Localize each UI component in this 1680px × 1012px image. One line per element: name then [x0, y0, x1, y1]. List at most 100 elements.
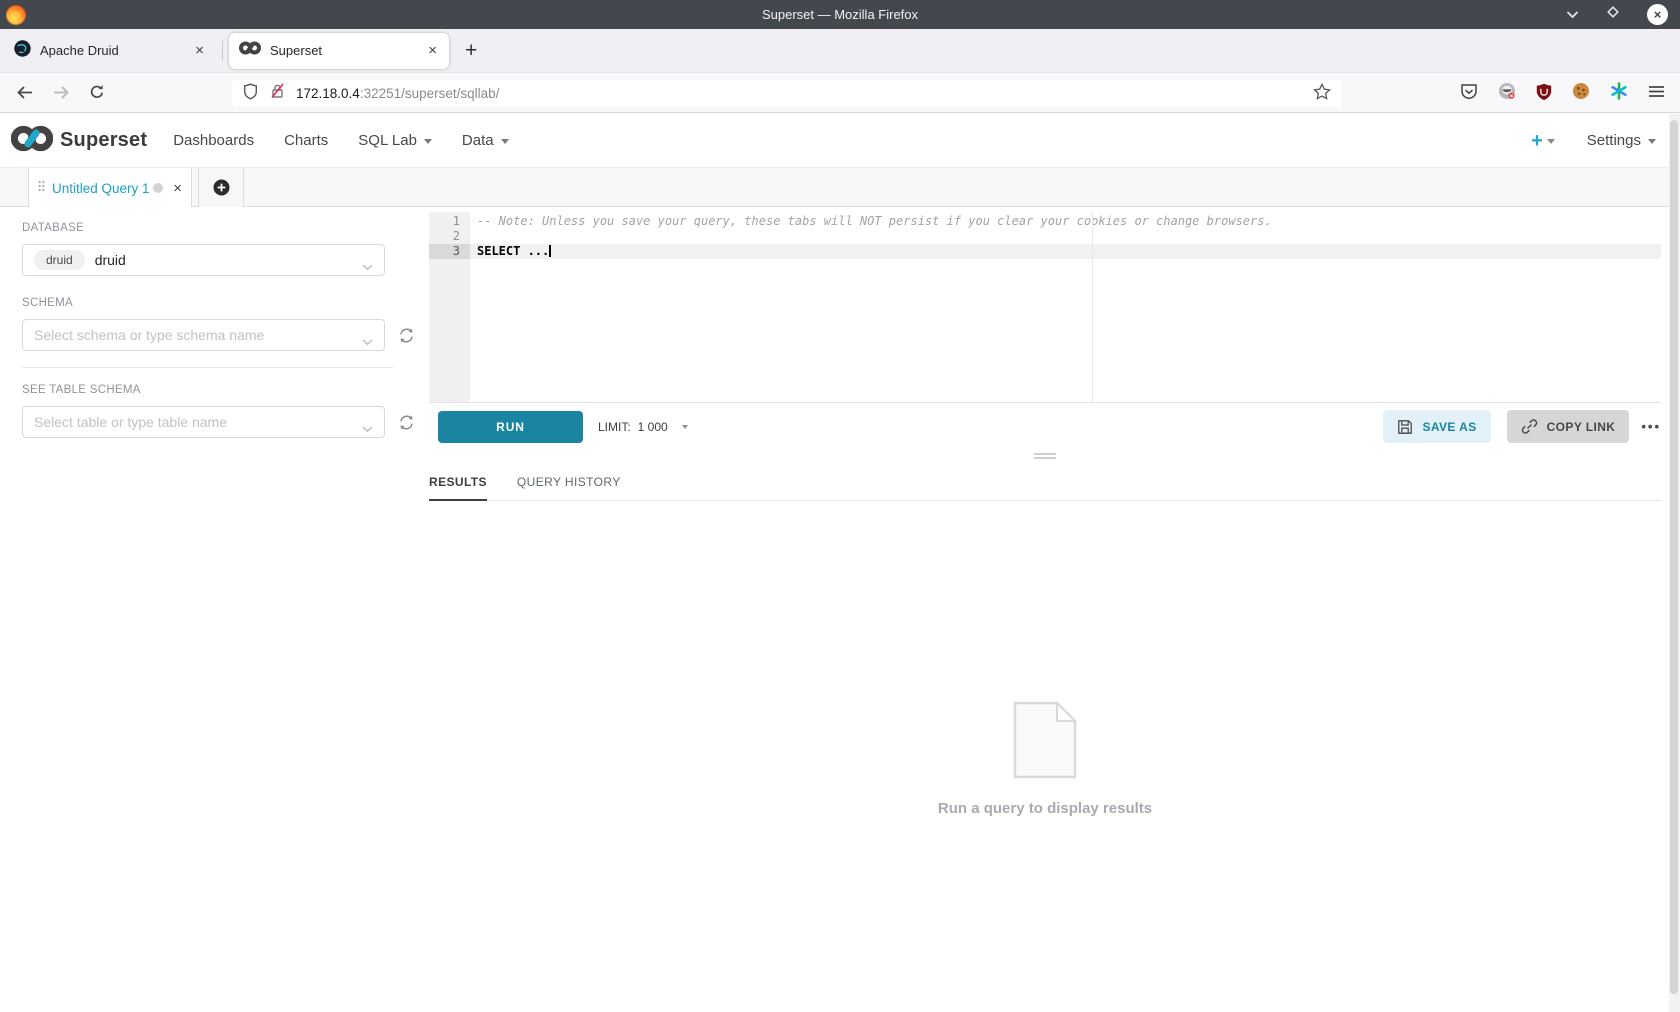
browser-tabbar: Apache Druid × Superset × + — [0, 29, 1680, 72]
chevron-down-icon — [362, 258, 373, 276]
forward-icon[interactable] — [53, 85, 70, 105]
caret-down-icon — [682, 425, 688, 429]
window-title: Superset — Mozilla Firefox — [0, 7, 1680, 22]
tab-separator — [222, 41, 223, 61]
reload-icon[interactable] — [89, 84, 105, 105]
firefox-titlebar: Superset — Mozilla Firefox × — [0, 0, 1680, 29]
copy-link-button[interactable]: COPY LINK — [1507, 410, 1630, 443]
browser-tab-superset[interactable]: Superset × — [229, 33, 449, 69]
add-query-tab-button[interactable] — [198, 168, 244, 207]
pane-resize-handle[interactable] — [1034, 453, 1056, 461]
database-backend-tag: druid — [34, 250, 85, 270]
line-number-active: 3 — [429, 244, 470, 259]
browser-tab-title: Apache Druid — [40, 43, 193, 58]
query-tab-untitled-query-1[interactable]: Untitled Query 1 × — [28, 168, 192, 208]
link-icon — [1521, 418, 1538, 435]
drag-handle-icon[interactable] — [38, 179, 45, 197]
url-text: 172.18.0.4:32251/superset/sqllab/ — [296, 86, 1313, 101]
editor-gutter: 1 2 3 — [429, 212, 470, 402]
nav-item-dashboards[interactable]: Dashboards — [173, 132, 254, 149]
database-value: druid — [95, 252, 126, 268]
schema-placeholder: Select schema or type schema name — [34, 327, 264, 343]
sidebar-divider — [22, 367, 393, 368]
shield-icon[interactable] — [243, 83, 258, 105]
browser-tab-apache-druid[interactable]: Apache Druid × — [4, 33, 216, 69]
sql-keyword: SELECT — [477, 244, 520, 258]
new-tab-button[interactable]: + — [465, 40, 477, 61]
nav-item-data[interactable]: Data — [462, 132, 509, 149]
superset-favicon-icon — [239, 41, 261, 60]
caret-down-icon — [1648, 139, 1656, 144]
cookie-extension-icon[interactable] — [1572, 82, 1590, 105]
tab-query-history[interactable]: QUERY HISTORY — [517, 466, 621, 500]
sql-lab-sidebar: DATABASE druid druid SCHEMA Select schem… — [0, 207, 420, 1012]
nav-item-sql-lab[interactable]: SQL Lab — [358, 132, 432, 149]
ublock-icon[interactable] — [1536, 83, 1552, 105]
query-tab-close-icon[interactable]: × — [173, 181, 182, 196]
editor-panel: 1 2 3 -- Note: Unless you save your quer… — [420, 207, 1680, 1012]
text-cursor — [549, 245, 551, 257]
superset-logo-icon[interactable] — [11, 125, 53, 157]
page-scrollbar[interactable] — [1669, 114, 1680, 1012]
caret-down-icon — [424, 139, 432, 144]
table-select[interactable]: Select table or type table name — [22, 406, 385, 438]
query-tab-label: Untitled Query 1 — [52, 181, 153, 196]
pocket-icon[interactable] — [1460, 83, 1478, 105]
caret-down-icon — [501, 139, 509, 144]
limit-dropdown[interactable]: LIMIT: 1 000 — [598, 420, 688, 434]
table-placeholder: Select table or type table name — [34, 414, 227, 430]
sql-comment-line: -- Note: Unless you save your query, the… — [477, 214, 1272, 228]
query-tab-strip: Untitled Query 1 × — [0, 168, 1680, 207]
caret-down-icon[interactable] — [1547, 139, 1555, 144]
superset-navbar: Superset Dashboards Charts SQL Lab Data … — [0, 114, 1680, 168]
save-as-button[interactable]: SAVE AS — [1383, 410, 1490, 443]
nav-item-charts[interactable]: Charts — [284, 132, 328, 149]
line-number: 2 — [429, 229, 470, 244]
scrollbar-thumb[interactable] — [1670, 120, 1678, 994]
limit-label: LIMIT: — [598, 420, 631, 434]
limit-value: 1 000 — [638, 420, 668, 434]
browser-tab-title: Superset — [270, 43, 426, 58]
refresh-schemas-icon[interactable] — [398, 327, 415, 344]
tab-results[interactable]: RESULTS — [429, 466, 487, 501]
save-icon — [1397, 419, 1413, 435]
brand-title[interactable]: Superset — [60, 129, 147, 152]
editor-code-area[interactable]: -- Note: Unless you save your query, the… — [470, 212, 1661, 402]
line-number: 1 — [429, 214, 470, 229]
query-state-dot — [153, 183, 163, 193]
more-options-icon[interactable]: ••• — [1641, 419, 1661, 434]
settings-menu[interactable]: Settings — [1587, 132, 1656, 149]
window-maximize-icon[interactable] — [1606, 5, 1620, 24]
lock-disabled-icon[interactable] — [270, 83, 285, 104]
run-button[interactable]: RUN — [438, 411, 583, 443]
firefox-logo-icon — [6, 5, 26, 25]
chevron-down-icon — [362, 333, 373, 351]
asterisk-extension-icon[interactable] — [1610, 82, 1628, 105]
sql-active-line: SELECT ... — [470, 244, 1661, 259]
window-minimize-icon[interactable] — [1566, 6, 1579, 24]
new-item-button[interactable]: + — [1531, 131, 1543, 151]
results-tab-bar: RESULTS QUERY HISTORY — [429, 466, 1661, 501]
document-icon — [1013, 701, 1077, 779]
menu-hamburger-icon[interactable] — [1648, 85, 1665, 103]
plus-circle-icon — [213, 179, 230, 196]
sql-lab-main: DATABASE druid druid SCHEMA Select schem… — [0, 207, 1680, 1012]
editor-toolbar: RUN LIMIT: 1 000 SAVE AS COPY LINK ••• — [429, 410, 1661, 443]
sql-text: ... — [520, 244, 549, 258]
table-schema-label: SEE TABLE SCHEMA — [22, 384, 420, 396]
schema-select[interactable]: Select schema or type schema name — [22, 319, 385, 351]
refresh-tables-icon[interactable] — [398, 414, 415, 431]
database-select[interactable]: druid druid — [22, 244, 385, 276]
privacy-extension-icon[interactable] — [1498, 82, 1516, 105]
schema-label: SCHEMA — [22, 297, 420, 309]
sql-editor[interactable]: 1 2 3 -- Note: Unless you save your quer… — [429, 212, 1661, 403]
window-close-button[interactable]: × — [1647, 4, 1668, 25]
bookmark-star-icon[interactable] — [1313, 83, 1331, 105]
back-icon[interactable] — [16, 85, 33, 105]
database-label: DATABASE — [22, 222, 420, 234]
url-bar[interactable]: 172.18.0.4:32251/superset/sqllab/ — [232, 80, 1342, 107]
tab-close-icon[interactable]: × — [426, 43, 439, 58]
tab-close-icon[interactable]: × — [193, 43, 206, 58]
druid-favicon-icon — [14, 40, 31, 62]
browser-nav-toolbar: 172.18.0.4:32251/superset/sqllab/ — [0, 72, 1680, 113]
